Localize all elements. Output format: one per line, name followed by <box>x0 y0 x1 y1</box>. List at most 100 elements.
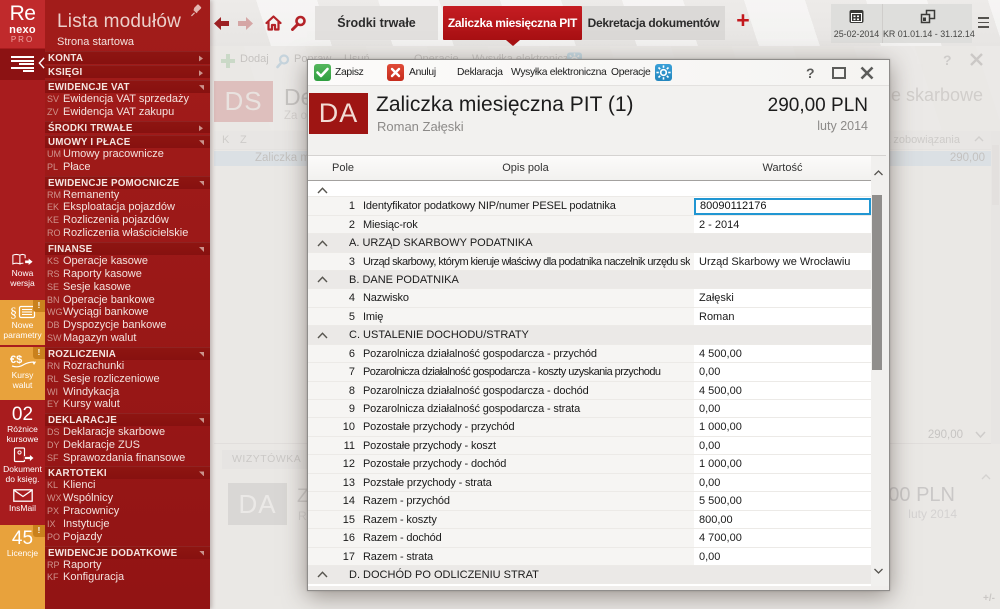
sidebar-item-ewidencja-vat-sprzedaży[interactable]: SVEwidencja VAT sprzedaży <box>45 93 210 106</box>
field-row-17[interactable]: 17Razem - strata0,00 <box>308 548 871 566</box>
field-value[interactable]: 4 700,00 <box>699 532 867 544</box>
field-row-2[interactable]: 2Miesiąc-rok2 - 2014 <box>308 216 871 234</box>
field-value[interactable]: 5 500,00 <box>699 495 867 507</box>
collapse-icon[interactable] <box>317 240 328 247</box>
section-row[interactable]: A. URZĄD SKARBOWY PODATNIKA <box>308 234 871 252</box>
field-value[interactable]: 2 - 2014 <box>699 219 867 231</box>
cancel-button[interactable]: Anuluj <box>409 67 436 78</box>
sidebar-item-raporty[interactable]: RPRaporty <box>45 559 210 572</box>
sidebar-item-dyspozycje-bankowe[interactable]: DBDyspozycje bankowe <box>45 319 210 332</box>
column-pole[interactable]: Pole <box>331 162 355 174</box>
field-value[interactable]: 800,00 <box>699 514 867 526</box>
field-value[interactable]: 0,00 <box>699 551 867 563</box>
sidebar-section-rozliczenia[interactable]: ROZLICZENIA <box>45 347 210 360</box>
sidebar-section-finanse[interactable]: FINANSE <box>45 242 210 255</box>
field-value[interactable]: 4 500,00 <box>699 385 867 397</box>
sidebar-item-instytucje[interactable]: IXInstytucje <box>45 518 210 531</box>
forward-icon[interactable] <box>238 17 253 30</box>
section-row[interactable]: C. USTALENIE DOCHODU/STRATY <box>308 326 871 344</box>
sidebar-item-sesje-kasowe[interactable]: SESesje kasowe <box>45 281 210 294</box>
column-wartosc[interactable]: Wartość <box>694 162 871 174</box>
field-value[interactable]: Załęski <box>699 292 867 304</box>
cancel-icon[interactable] <box>387 64 404 81</box>
sidebar-item-deklaracje-skarbowe[interactable]: DSDeklaracje skarbowe <box>45 426 210 439</box>
home-icon[interactable] <box>265 15 282 31</box>
sidebar-item-ewidencja-vat-zakupu[interactable]: ZVEwidencja VAT zakupu <box>45 106 210 119</box>
collapse-icon[interactable] <box>317 332 328 339</box>
sidebar-item-operacje-bankowe[interactable]: BNOperacje bankowe <box>45 294 210 307</box>
scroll-thumb[interactable] <box>872 195 882 370</box>
save-icon[interactable] <box>314 64 331 81</box>
rail-tile-nowe-parametry[interactable]: !§Noweparametry <box>0 300 45 345</box>
tab-dekretacja-dokumentow[interactable]: Dekretacja dokumentów <box>582 6 725 40</box>
field-value[interactable]: Roman <box>699 311 867 323</box>
rail-tile-insmail[interactable]: InsMail <box>0 483 45 515</box>
declaration-menu-button[interactable]: Deklaracja <box>457 67 503 78</box>
sidebar-item-eksploatacja-pojazdów[interactable]: EKEksploatacja pojazdów <box>45 201 210 214</box>
eshipment-menu-button[interactable]: Wysyłka elektroniczna <box>511 67 606 78</box>
field-row-9[interactable]: 9Pozarolnicza działalność gospodarcza - … <box>308 400 871 418</box>
collapse-icon[interactable] <box>317 276 328 283</box>
operations-menu-button[interactable]: Operacje <box>611 67 650 78</box>
field-row-12[interactable]: 12Pozostałe przychody - dochód1 000,00 <box>308 455 871 473</box>
field-value[interactable]: Urząd Skarbowy we Wrocławiu <box>699 256 867 268</box>
sidebar-section-kartoteki[interactable]: KARTOTEKI <box>45 466 210 479</box>
field-row-5[interactable]: 5ImięRoman <box>308 308 871 326</box>
column-opis-pola[interactable]: Opis pola <box>357 162 694 174</box>
field-value[interactable]: 0,00 <box>699 440 867 452</box>
scroll-up-icon[interactable] <box>874 170 883 176</box>
field-row-13[interactable]: 13Pozstałe przychody - strata0,00 <box>308 474 871 492</box>
sidebar-item-konfiguracja[interactable]: KFKonfiguracja <box>45 571 210 584</box>
search-icon[interactable] <box>291 15 307 31</box>
field-value[interactable]: 1 000,00 <box>699 458 867 470</box>
sidebar-item-remanenty[interactable]: RMRemanenty <box>45 189 210 202</box>
sidebar-section-ewidencje-pomocnicze[interactable]: EWIDENCJE POMOCNICZE <box>45 176 210 189</box>
collapse-icon[interactable] <box>317 571 328 578</box>
sidebar-item-rozliczenia-pojazdów[interactable]: KERozliczenia pojazdów <box>45 214 210 227</box>
save-button[interactable]: Zapisz <box>335 67 364 78</box>
sidebar-item-rozliczenia-właścicielskie[interactable]: RORozliczenia właścicielskie <box>45 227 210 240</box>
sidebar-item-deklaracje-zus[interactable]: DYDeklaracje ZUS <box>45 439 210 452</box>
sidebar-item-windykacja[interactable]: WIWindykacja <box>45 386 210 399</box>
field-value[interactable]: 0,00 <box>699 477 867 489</box>
sidebar-item-sprawozdania-finansowe[interactable]: SFSprawozdania finansowe <box>45 452 210 465</box>
sidebar-item-raporty-kasowe[interactable]: RSRaporty kasowe <box>45 268 210 281</box>
field-value-input[interactable] <box>695 199 870 215</box>
field-row-1[interactable]: 1Identyfikator podatkowy NIP/numer PESEL… <box>308 197 871 215</box>
sidebar-item-strona-startowa[interactable]: Strona startowa <box>45 36 210 49</box>
rail-tile-kursy-walut[interactable]: !€$Kursywalut <box>0 347 45 400</box>
new-tab-button[interactable]: + <box>732 6 754 36</box>
current-date-button[interactable]: 25-02-2014 <box>831 4 882 43</box>
field-row-16[interactable]: 16Razem - dochód4 700,00 <box>308 529 871 547</box>
section-row[interactable]: B. DANE PODATNIKA <box>308 271 871 289</box>
field-row-4[interactable]: 4NazwiskoZałęski <box>308 289 871 307</box>
field-row-3[interactable]: 3Urząd skarbowy, którym kieruje właściwy… <box>308 253 871 271</box>
modal-help-button[interactable]: ? <box>806 65 815 81</box>
sidebar-item-klienci[interactable]: KLKlienci <box>45 479 210 492</box>
field-row-10[interactable]: 10Pozostałe przychody - przychód1 000,00 <box>308 418 871 436</box>
sidebar-item-kursy-walut[interactable]: EYKursy walut <box>45 398 210 411</box>
field-row-14[interactable]: 14Razem - przychód5 500,00 <box>308 492 871 510</box>
field-row-8[interactable]: 8Pozarolnicza działalność gospodarcza - … <box>308 382 871 400</box>
sidebar-section-konta[interactable]: KONTA <box>45 51 210 64</box>
tab-srodki-trwale[interactable]: Środki trwałe <box>315 6 438 40</box>
group-collapse-row[interactable] <box>308 182 871 197</box>
sidebar-section-deklaracje[interactable]: DEKLARACJE <box>45 413 210 426</box>
sidebar-section-ksi-gi[interactable]: KSIĘGI <box>45 65 210 78</box>
modal-maximize-button[interactable] <box>832 67 846 79</box>
app-logo[interactable]: Re nexo PRO <box>0 0 45 48</box>
sidebar-item-pracownicy[interactable]: PXPracownicy <box>45 505 210 518</box>
sidebar-item-umowy-pracownicze[interactable]: UMUmowy pracownicze <box>45 148 210 161</box>
sidebar-item-sesje-rozliczeniowe[interactable]: RLSesje rozliczeniowe <box>45 373 210 386</box>
sidebar-section--rodki-trwa-e[interactable]: ŚRODKI TRWAŁE <box>45 121 210 134</box>
sidebar-item-pojazdy[interactable]: POPojazdy <box>45 531 210 544</box>
field-row-15[interactable]: 15Razem - koszty800,00 <box>308 511 871 529</box>
field-row-7[interactable]: 7Pozarolnicza działalność gospodarcza - … <box>308 363 871 381</box>
accounting-period-button[interactable]: KR 01.01.14 - 31.12.14 <box>882 4 972 43</box>
field-value[interactable]: 0,00 <box>699 403 867 415</box>
sidebar-section-ewidencje-vat[interactable]: EWIDENCJE VAT <box>45 80 210 93</box>
back-icon[interactable] <box>214 17 229 30</box>
field-row-6[interactable]: 6Pozarolnicza działalność gospodarcza - … <box>308 345 871 363</box>
sidebar-item-rozrachunki[interactable]: RNRozrachunki <box>45 360 210 373</box>
sidebar-item-płace[interactable]: PLPłace <box>45 161 210 174</box>
